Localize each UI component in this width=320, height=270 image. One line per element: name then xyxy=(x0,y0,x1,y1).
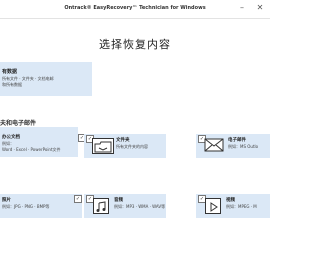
all-data-title: 有数据 xyxy=(2,69,18,75)
close-button[interactable]: ✕ xyxy=(254,3,266,13)
section-heading: 夫和电子邮件 xyxy=(0,120,37,127)
folder-option[interactable]: ✓ 文件夹 所有文件夹的内容 xyxy=(84,134,166,158)
office-docs-title: 办公文档 xyxy=(2,135,20,140)
play-icon xyxy=(205,198,221,214)
photo-option[interactable]: 照片 例如：JPG · PNG · BMP等 ✓ xyxy=(0,194,82,218)
office-docs-desc-2: Word · Excel · PowerPoint文件 xyxy=(2,147,61,152)
video-option[interactable]: ✓ 视频 例如：MPEG · M xyxy=(196,194,270,218)
audio-desc: 例如：MP3 · WMA · WAV等 xyxy=(114,204,166,209)
email-desc: 例如：MS Outlo xyxy=(228,144,259,149)
music-note-icon xyxy=(93,198,109,214)
all-data-desc-2: 和所有数据 xyxy=(2,82,22,87)
photo-checkbox[interactable]: ✓ xyxy=(74,195,82,203)
page-title: 选择恢复内容 xyxy=(99,38,171,51)
photo-desc: 例如：JPG · PNG · BMP等 xyxy=(2,204,50,209)
email-title: 电子邮件 xyxy=(228,138,246,143)
minimize-button[interactable]: – xyxy=(236,3,248,13)
window-title: Ontrack® EasyRecovery™ Technician for Wi… xyxy=(64,5,206,11)
audio-option[interactable]: ✓ 音频 例如：MP3 · WMA · WAV等 xyxy=(84,194,166,218)
office-docs-option[interactable]: 办公文档 例如： Word · Excel · PowerPoint文件 xyxy=(0,127,78,157)
all-data-option[interactable]: 有数据 所有文件 · 文件夹 · 文档电邮 和所有数据 xyxy=(0,62,92,96)
folder-desc: 所有文件夹的内容 xyxy=(116,144,148,149)
video-desc: 例如：MPEG · M xyxy=(226,204,257,209)
title-bar: Ontrack® EasyRecovery™ Technician for Wi… xyxy=(0,0,270,19)
folder-icon xyxy=(92,138,114,154)
audio-title: 音频 xyxy=(114,198,123,203)
photo-title: 照片 xyxy=(2,198,11,203)
folder-title: 文件夹 xyxy=(116,138,130,143)
envelope-icon xyxy=(204,137,224,153)
email-option[interactable]: ✓ 电子邮件 例如：MS Outlo xyxy=(196,134,270,158)
video-title: 视频 xyxy=(226,198,235,203)
